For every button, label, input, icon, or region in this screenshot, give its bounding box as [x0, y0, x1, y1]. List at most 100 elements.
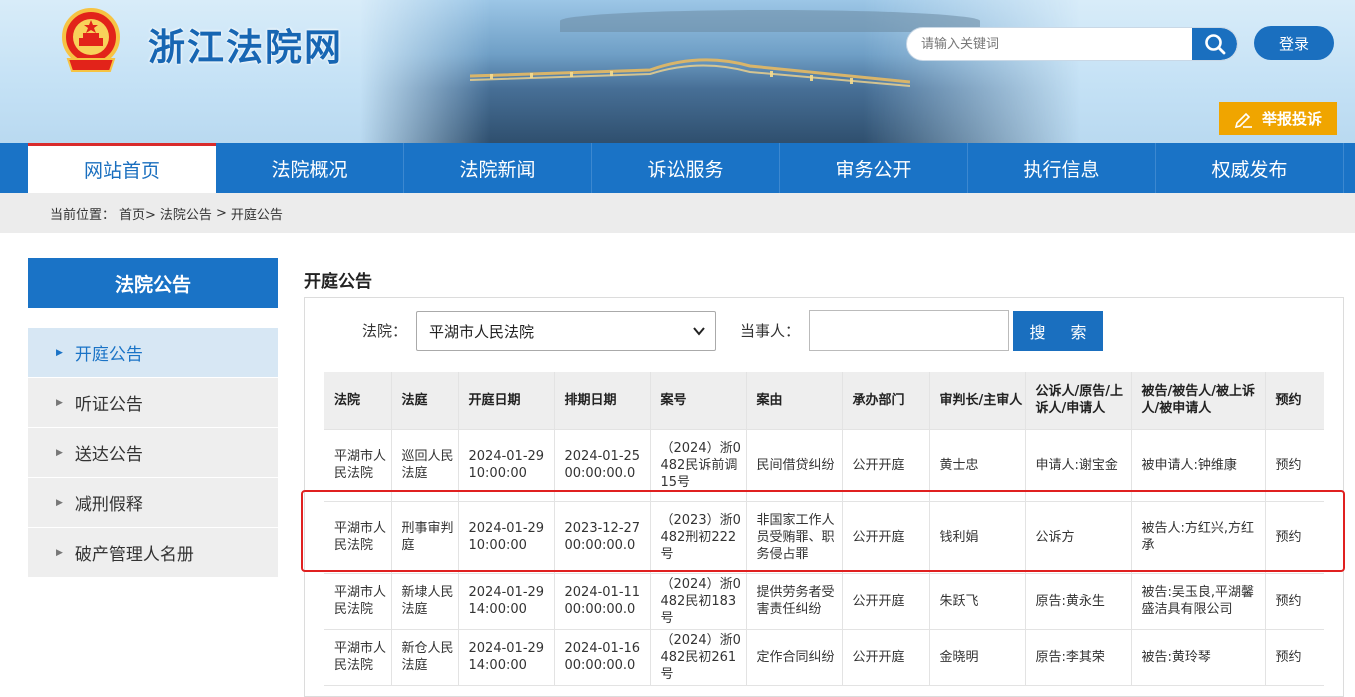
- sidebar-menu: ▶ 开庭公告 ▶ 听证公告 ▶ 送达公告 ▶ 减刑假释 ▶ 破产管理人名册: [28, 328, 278, 578]
- table-cell: 刑事审判庭: [390, 501, 458, 574]
- table-cell: 公开开庭: [841, 429, 929, 502]
- sidebar-item-service-notices[interactable]: ▶ 送达公告: [28, 428, 278, 478]
- breadcrumb-prefix: 当前位置：: [50, 207, 116, 223]
- search-icon: [1204, 34, 1225, 55]
- sidebar-item-commutation-parole[interactable]: ▶ 减刑假释: [28, 478, 278, 528]
- nav-item-litigation-service[interactable]: 诉讼服务: [592, 143, 780, 193]
- nav-item-court-overview[interactable]: 法院概况: [216, 143, 404, 193]
- header-banner: 浙江法院网 登录 举报投诉: [0, 0, 1355, 143]
- table-cell: 2023-12-27 00:00:00.0: [553, 501, 650, 574]
- breadcrumb-separator: >: [215, 205, 227, 221]
- table-row: 平湖市人民法院 刑事审判庭 2024-01-29 10:00:00 2023-1…: [324, 501, 1324, 574]
- column-header: 排期日期: [553, 372, 650, 430]
- site-title[interactable]: 浙江法院网: [148, 17, 343, 71]
- reserve-link[interactable]: 预约: [1264, 501, 1324, 574]
- column-header: 法院: [324, 372, 391, 430]
- table-cell: 被申请人:钟维康: [1130, 429, 1265, 502]
- table-cell: 新仓人民法庭: [390, 629, 458, 686]
- table-cell: 民间借贷纠纷: [745, 429, 842, 502]
- table-header-row: 法院 法庭 开庭日期 排期日期 案号 案由 承办部门 审判长/主审人 公诉人/原…: [324, 372, 1324, 430]
- table-cell: 被告人:方红兴,方红承: [1130, 501, 1265, 574]
- table-cell: 2024-01-29 14:00:00: [457, 573, 554, 630]
- nav-item-court-news[interactable]: 法院新闻: [404, 143, 592, 193]
- table-cell: 钱利娟: [928, 501, 1025, 574]
- nav-item-enforcement-info[interactable]: 执行信息: [968, 143, 1156, 193]
- site-search-box: [906, 27, 1238, 61]
- court-filter-label: 法院：: [362, 322, 408, 340]
- breadcrumb-notices-link[interactable]: 法院公告: [160, 204, 212, 223]
- table-cell: 2024-01-29 10:00:00: [457, 501, 554, 574]
- table-cell: 2024-01-16 00:00:00.0: [553, 629, 650, 686]
- login-button[interactable]: 登录: [1254, 26, 1334, 60]
- breadcrumb: 当前位置： 首页> 法院公告 > 开庭公告: [0, 193, 1355, 233]
- sidebar-item-hearing-evidence-notices[interactable]: ▶ 听证公告: [28, 378, 278, 428]
- hearing-table: 法院 法庭 开庭日期 排期日期 案号 案由 承办部门 审判长/主审人 公诉人/原…: [324, 372, 1324, 686]
- search-button[interactable]: [1192, 28, 1237, 60]
- table-cell: 原告:黄永生: [1024, 573, 1131, 630]
- sidebar-item-label: 破产管理人名册: [74, 545, 194, 565]
- table-cell: 定作合同纠纷: [745, 629, 842, 686]
- table-cell: （2023）浙0482刑初222号: [649, 501, 746, 574]
- nav-item-home[interactable]: 网站首页: [28, 143, 216, 193]
- party-input[interactable]: [809, 310, 1009, 351]
- table-cell: 被告:吴玉良,平湖馨盛洁具有限公司: [1130, 573, 1265, 630]
- column-header: 承办部门: [841, 372, 929, 430]
- table-cell: 新埭人民法庭: [390, 573, 458, 630]
- column-header: 被告/被告人/被上诉人/被申请人: [1130, 372, 1265, 430]
- table-row: 平湖市人民法院 巡回人民法庭 2024-01-29 10:00:00 2024-…: [324, 429, 1324, 502]
- breadcrumb-current: 开庭公告: [230, 207, 283, 223]
- main-nav: 网站首页 法院概况 法院新闻 诉讼服务 审务公开 执行信息 权威发布: [0, 143, 1355, 193]
- table-cell: 平湖市人民法院: [324, 501, 391, 574]
- table-cell: 非国家工作人员受贿罪、职务侵占罪: [745, 501, 842, 574]
- column-header: 开庭日期: [457, 372, 554, 430]
- sidebar-item-label: 送达公告: [74, 445, 143, 465]
- nav-item-judicial-disclosure[interactable]: 审务公开: [780, 143, 968, 193]
- court-select-value: 平湖市人民法院: [429, 322, 535, 341]
- sidebar-item-label: 减刑假释: [74, 495, 143, 515]
- table-cell: 公开开庭: [841, 501, 929, 574]
- reserve-link[interactable]: 预约: [1264, 629, 1324, 686]
- table-cell: 2024-01-29 10:00:00: [457, 429, 554, 502]
- table-cell: 公开开庭: [841, 629, 929, 686]
- pencil-icon: [1234, 112, 1252, 128]
- table-cell: 朱跃飞: [928, 573, 1025, 630]
- column-header: 公诉人/原告/上诉人/申请人: [1024, 372, 1131, 430]
- table-cell: 黄士忠: [928, 429, 1025, 502]
- banner-bridge-image: [470, 58, 910, 87]
- table-cell: 申请人:谢宝金: [1024, 429, 1131, 502]
- sidebar-item-hearing-notices[interactable]: ▶ 开庭公告: [28, 328, 278, 378]
- table-cell: 2024-01-25 00:00:00.0: [553, 429, 650, 502]
- table-cell: 2024-01-11 00:00:00.0: [553, 573, 650, 630]
- reserve-link[interactable]: 预约: [1264, 573, 1324, 630]
- nav-item-authoritative-release[interactable]: 权威发布: [1156, 143, 1344, 193]
- report-complaint-button[interactable]: 举报投诉: [1219, 102, 1337, 135]
- column-header: 案由: [745, 372, 842, 430]
- party-filter-label: 当事人：: [740, 322, 801, 340]
- breadcrumb-home-link[interactable]: 首页>: [119, 204, 156, 223]
- site-search-input[interactable]: [921, 28, 1191, 60]
- table-cell: 平湖市人民法院: [324, 629, 391, 686]
- table-cell: 巡回人民法庭: [390, 429, 458, 502]
- table-row: 平湖市人民法院 新仓人民法庭 2024-01-29 14:00:00 2024-…: [324, 629, 1324, 686]
- triangle-right-icon: ▶: [56, 547, 63, 558]
- triangle-right-icon: ▶: [56, 397, 63, 408]
- table-cell: （2024）浙0482民初261号: [649, 629, 746, 686]
- table-cell: 被告:黄玲琴: [1130, 629, 1265, 686]
- triangle-right-icon: ▶: [56, 447, 63, 458]
- court-select[interactable]: 平湖市人民法院: [416, 311, 716, 351]
- reserve-link[interactable]: 预约: [1264, 429, 1324, 502]
- sidebar-title: 法院公告: [28, 258, 278, 308]
- national-emblem-icon: [62, 8, 120, 72]
- sidebar-item-label: 开庭公告: [74, 345, 143, 365]
- sidebar-item-label: 听证公告: [74, 395, 143, 415]
- table-cell: 平湖市人民法院: [324, 429, 391, 502]
- query-search-button[interactable]: 搜 索: [1013, 311, 1103, 351]
- table-cell: 金晓明: [928, 629, 1025, 686]
- column-header: 预约: [1264, 372, 1324, 430]
- page-title: 开庭公告: [304, 272, 372, 292]
- sidebar-item-bankruptcy-administrators[interactable]: ▶ 破产管理人名册: [28, 528, 278, 578]
- column-header: 审判长/主审人: [928, 372, 1025, 430]
- table-cell: 提供劳务者受害责任纠纷: [745, 573, 842, 630]
- table-cell: （2024）浙0482民初183号: [649, 573, 746, 630]
- report-complaint-label: 举报投诉: [1261, 110, 1322, 128]
